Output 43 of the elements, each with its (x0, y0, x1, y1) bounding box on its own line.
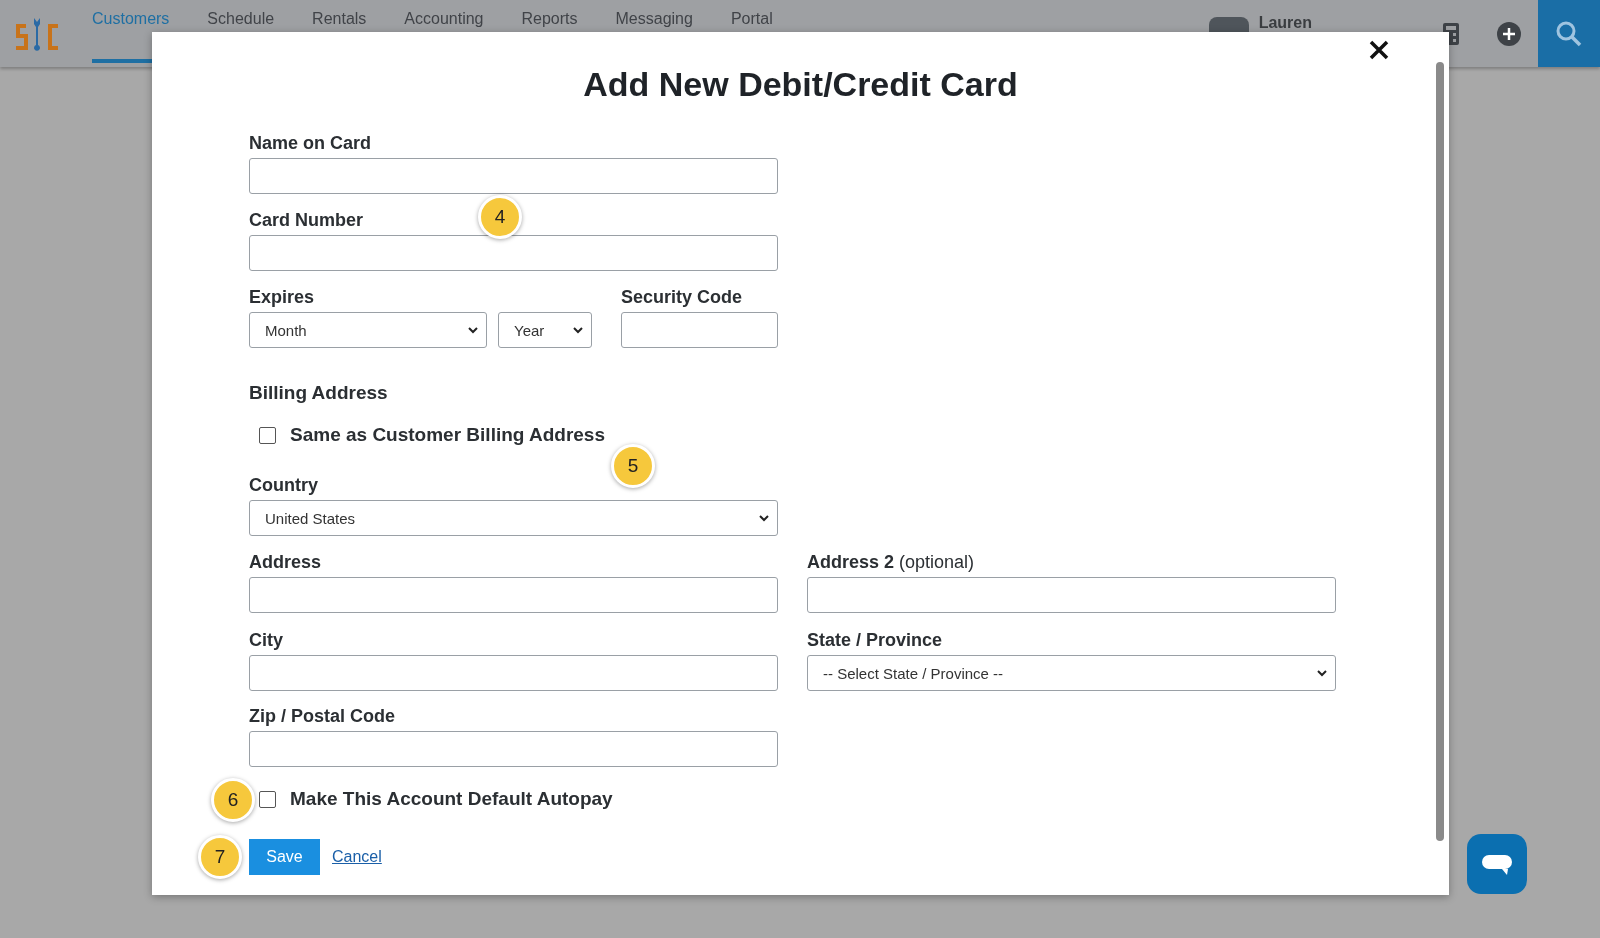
month-select[interactable]: Month (249, 312, 487, 348)
field-label: Security Code (621, 286, 743, 308)
field-label: Address 2 (optional) (807, 551, 975, 573)
cancel-link[interactable]: Cancel (332, 848, 382, 866)
section-heading: Billing Address (249, 382, 389, 404)
chevron-down-icon (1317, 669, 1327, 677)
checkbox-label: Same as Customer Billing Address (290, 424, 605, 446)
chevron-down-icon (759, 514, 769, 522)
chevron-down-icon (573, 326, 583, 334)
step-badge: 7 (198, 835, 242, 879)
dialog-title: Add New Debit/Credit Card (582, 64, 1019, 104)
search-icon (1555, 19, 1583, 48)
step-badge: 5 (611, 444, 655, 488)
field-label: Address (249, 551, 322, 573)
country-select[interactable]: United States (249, 500, 778, 536)
checkbox-row[interactable]: Same as Customer Billing Address (259, 423, 1449, 447)
text-field[interactable] (621, 312, 778, 348)
chevron-down-icon (468, 326, 478, 334)
checkbox[interactable] (259, 426, 276, 444)
field-label: Expires (249, 286, 315, 308)
field-label: Zip / Postal Code (249, 705, 395, 727)
field-label: Country (249, 474, 318, 496)
text-field[interactable] (807, 577, 1336, 613)
checkbox-label: Make This Account Default Autopay (290, 788, 613, 810)
text-field[interactable] (249, 158, 778, 194)
text-field[interactable] (249, 731, 778, 767)
text-field[interactable] (249, 235, 778, 271)
checkbox-row[interactable]: Make This Account Default Autopay (259, 787, 1449, 811)
chat-button[interactable] (1467, 834, 1527, 894)
search-button[interactable] (1538, 0, 1600, 67)
checkbox[interactable] (259, 790, 276, 808)
state-select[interactable]: -- Select State / Province -- (807, 655, 1336, 691)
field-label: Card Number (249, 209, 364, 231)
field-label: Name on Card (249, 132, 372, 154)
field-label: City (249, 629, 283, 651)
user-name[interactable]: Lauren (1258, 14, 1312, 32)
field-label: State / Province (807, 629, 943, 651)
step-badge: 6 (211, 778, 255, 822)
save-button[interactable]: Save (249, 839, 320, 875)
year-select[interactable]: Year (498, 312, 592, 348)
step-badge: 4 (478, 195, 522, 239)
text-field[interactable] (249, 577, 778, 613)
text-field[interactable] (249, 655, 778, 691)
